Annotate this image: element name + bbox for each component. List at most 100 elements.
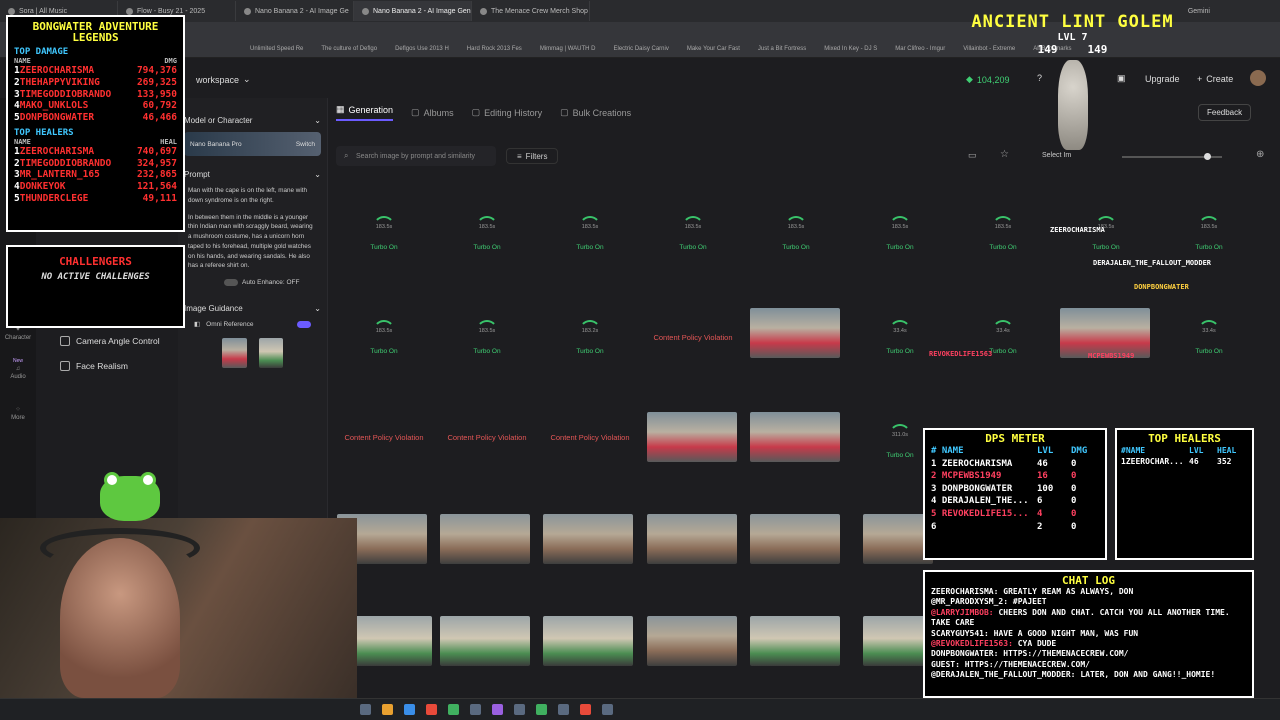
pending-card[interactable]: 183.5s Turbo On: [957, 208, 1049, 258]
image-card[interactable]: [346, 616, 438, 666]
browser-tab[interactable]: The Menace Crew Merch Shop: [472, 1, 590, 21]
violation-card[interactable]: Content Policy Violation: [544, 412, 636, 462]
start-icon[interactable]: [360, 704, 371, 715]
bookmark[interactable]: Mar Clifreo - Imgur: [895, 46, 945, 52]
image-card[interactable]: [749, 412, 841, 462]
create-button[interactable]: + Create: [1197, 74, 1233, 84]
image-card[interactable]: [439, 514, 531, 564]
avatar[interactable]: [1250, 70, 1266, 86]
image-card[interactable]: [646, 616, 738, 666]
image-card[interactable]: [542, 616, 634, 666]
generated-image[interactable]: [647, 514, 737, 564]
pending-card[interactable]: 183.5s Turbo On: [647, 208, 739, 258]
generated-image[interactable]: [1060, 308, 1150, 358]
image-card[interactable]: [439, 616, 531, 666]
generated-image[interactable]: [647, 616, 737, 666]
rail-item-character[interactable]: ✦ Character: [0, 326, 36, 341]
feedback-button[interactable]: Feedback: [1198, 104, 1252, 121]
model-section-header[interactable]: Model or Character ⌄: [178, 112, 327, 128]
image-card[interactable]: [749, 514, 841, 564]
chrome-icon[interactable]: [426, 704, 437, 715]
bookmark[interactable]: Unlimited Speed Re: [250, 46, 303, 52]
generated-image[interactable]: [750, 308, 840, 358]
tool-face-realism[interactable]: Face Realism: [60, 353, 180, 378]
bookmark[interactable]: Electric Daisy Carniv: [613, 46, 668, 52]
model-card[interactable]: Nano Banana Pro Switch: [184, 132, 321, 156]
image-card[interactable]: [646, 514, 738, 564]
switch-button[interactable]: Switch: [296, 141, 315, 148]
bookmark[interactable]: Mimmag | WAUTH D: [540, 46, 596, 52]
prompt-section-header[interactable]: Prompt ⌄: [178, 166, 327, 182]
bookmark[interactable]: Mixed In Key - DJ S: [824, 46, 877, 52]
bookmark[interactable]: Hard Rock 2013 Fes: [467, 46, 522, 52]
omni-reference-row[interactable]: ◧ Omni Reference: [178, 316, 327, 332]
violation-card[interactable]: Content Policy Violation: [647, 312, 739, 362]
generated-image[interactable]: [440, 514, 530, 564]
bookmark[interactable]: Just a Bit Fortress: [758, 46, 806, 52]
bookmark[interactable]: The culture of Deflgo: [321, 46, 377, 52]
image-guidance-header[interactable]: Image Guidance ⌄: [178, 300, 327, 316]
image-card[interactable]: [749, 616, 841, 666]
camera-icon: [60, 335, 70, 346]
app-icon[interactable]: [602, 704, 613, 715]
pending-card[interactable]: 183.5s Turbo On: [338, 312, 430, 362]
app-icon[interactable]: [514, 704, 525, 715]
generated-image[interactable]: [543, 514, 633, 564]
tab-generation[interactable]: ▦ Generation: [336, 104, 394, 121]
pending-card[interactable]: 183.2s Turbo On: [544, 312, 636, 362]
zoom-slider-handle[interactable]: [1204, 153, 1211, 160]
toggle-switch[interactable]: [224, 279, 238, 286]
browser-tab[interactable]: Nano Banana 2 - AI Image Ge: [236, 1, 354, 21]
app-icon[interactable]: [558, 704, 569, 715]
pending-card[interactable]: 183.5s Turbo On: [1163, 208, 1255, 258]
image-card[interactable]: [749, 308, 841, 358]
tool-camera-angle[interactable]: Camera Angle Control: [60, 328, 180, 353]
layout-icon[interactable]: ▭: [968, 150, 977, 161]
omni-toggle[interactable]: [297, 320, 311, 328]
app-icon[interactable]: [492, 704, 503, 715]
violation-card[interactable]: Content Policy Violation: [441, 412, 533, 462]
app-icon[interactable]: [536, 704, 547, 715]
app-icon[interactable]: [580, 704, 591, 715]
workspace-selector[interactable]: workspace ⌄: [196, 74, 251, 85]
pending-card[interactable]: 183.5s Turbo On: [544, 208, 636, 258]
rail-item-audio[interactable]: New ♫ Audio: [0, 358, 36, 380]
generated-image[interactable]: [440, 616, 530, 666]
pending-card[interactable]: 183.5s Turbo On: [338, 208, 430, 258]
pending-card[interactable]: 183.5s Turbo On: [854, 208, 946, 258]
generated-image[interactable]: [750, 616, 840, 666]
rail-item-more[interactable]: ⁘ More: [0, 406, 36, 421]
generated-image[interactable]: [647, 412, 737, 462]
search-input[interactable]: Search image by prompt and similarity: [336, 146, 496, 166]
pending-card[interactable]: 183.5s Turbo On: [441, 208, 533, 258]
generated-image[interactable]: [543, 616, 633, 666]
select-images-button[interactable]: Select Im: [1042, 152, 1071, 159]
image-card[interactable]: [1059, 308, 1151, 358]
tab-editing-history[interactable]: ▢ Editing History: [472, 104, 543, 121]
browser-tab-active[interactable]: Nano Banana 2 - AI Image Gen: [354, 1, 472, 21]
file-explorer-icon[interactable]: [382, 704, 393, 715]
bookmark[interactable]: Deflgos Use 2013 H: [395, 46, 449, 52]
generated-image[interactable]: [352, 616, 432, 666]
image-card[interactable]: [646, 412, 738, 462]
tab-albums[interactable]: ▢ Albums: [411, 104, 454, 121]
pending-card[interactable]: 33.4s Turbo On: [1163, 312, 1255, 362]
filters-button[interactable]: ≡ Filters: [506, 148, 559, 164]
star-icon[interactable]: ☆: [1000, 149, 1009, 160]
edge-icon[interactable]: [404, 704, 415, 715]
pending-card[interactable]: 183.5s Turbo On: [441, 312, 533, 362]
prompt-textarea[interactable]: Man with the cape is on the left, mane w…: [178, 186, 327, 271]
generated-image[interactable]: [750, 412, 840, 462]
violation-card[interactable]: Content Policy Violation: [338, 412, 430, 462]
image-card[interactable]: [542, 514, 634, 564]
pending-card[interactable]: 183.5s Turbo On: [750, 208, 842, 258]
bookmark[interactable]: Make Your Car Fast: [687, 46, 740, 52]
app-icon[interactable]: [470, 704, 481, 715]
reference-image[interactable]: [222, 338, 247, 368]
app-icon[interactable]: [448, 704, 459, 715]
auto-enhance-toggle[interactable]: Auto Enhance: OFF: [224, 279, 327, 286]
reference-image[interactable]: [258, 338, 283, 368]
generated-image[interactable]: [750, 514, 840, 564]
zoom-in-icon[interactable]: ⊕: [1256, 149, 1264, 160]
tab-bulk-creations[interactable]: ▢ Bulk Creations: [560, 104, 631, 121]
